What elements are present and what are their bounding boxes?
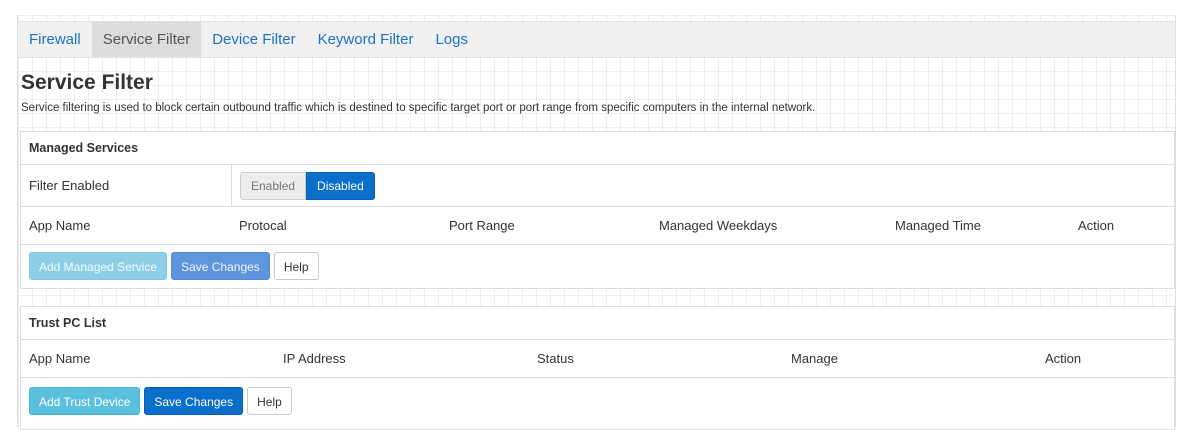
col-managed-weekdays: Managed Weekdays xyxy=(659,218,778,233)
tab-logs[interactable]: Logs xyxy=(424,22,479,57)
page-title: Service Filter xyxy=(21,71,153,94)
add-trust-device-button[interactable]: Add Trust Device xyxy=(29,387,141,415)
col-protocol: Protocal xyxy=(239,218,287,233)
filter-toggle-cell: Enabled Disabled xyxy=(231,165,1174,206)
managed-services-header-row: App Name Protocal Port Range Managed Wee… xyxy=(21,207,1174,245)
tab-firewall[interactable]: Firewall xyxy=(18,22,92,57)
col-manage: Manage xyxy=(791,351,838,366)
trust-pc-panel: Trust PC List App Name IP Address Status… xyxy=(20,306,1175,430)
managed-services-panel: Managed Services Filter Enabled Enabled … xyxy=(20,131,1175,289)
save-changes-button[interactable]: Save Changes xyxy=(144,387,244,415)
managed-services-heading: Managed Services xyxy=(21,132,1174,165)
filter-enabled-label: Filter Enabled xyxy=(29,178,110,193)
trust-pc-actions: Add Trust Device Save Changes Help xyxy=(21,378,1174,424)
col-port-range: Port Range xyxy=(449,218,515,233)
help-button[interactable]: Help xyxy=(247,387,292,415)
save-changes-button[interactable]: Save Changes xyxy=(171,252,270,280)
trust-pc-header-row: App Name IP Address Status Manage Action xyxy=(21,340,1174,378)
toggle-enabled-option[interactable]: Enabled xyxy=(240,171,307,200)
col-action: Action xyxy=(1078,218,1115,233)
col-app-name: App Name xyxy=(29,351,91,366)
col-managed-time: Managed Time xyxy=(895,218,981,233)
col-action: Action xyxy=(1045,351,1082,366)
trust-pc-heading: Trust PC List xyxy=(21,307,1174,340)
filter-enabled-toggle: Enabled Disabled xyxy=(240,171,375,200)
page-description: Service filtering is used to block certa… xyxy=(21,102,816,114)
tab-service-filter[interactable]: Service Filter xyxy=(91,22,202,57)
managed-services-actions: Add Managed Service Save Changes Help xyxy=(21,245,1174,287)
col-ip-address: IP Address xyxy=(283,351,346,366)
col-status: Status xyxy=(537,351,574,366)
filter-tab-bar: Firewall Service Filter Device Filter Ke… xyxy=(18,21,1175,58)
help-button[interactable]: Help xyxy=(273,252,319,280)
tab-device-filter[interactable]: Device Filter xyxy=(201,22,306,57)
add-managed-service-button[interactable]: Add Managed Service xyxy=(29,252,168,280)
content-frame: Firewall Service Filter Device Filter Ke… xyxy=(17,15,1176,430)
col-app-name: App Name xyxy=(29,218,91,233)
tab-keyword-filter[interactable]: Keyword Filter xyxy=(307,22,425,57)
toggle-disabled-option[interactable]: Disabled xyxy=(306,171,375,200)
filter-enabled-row: Filter Enabled Enabled Disabled xyxy=(21,165,1174,207)
